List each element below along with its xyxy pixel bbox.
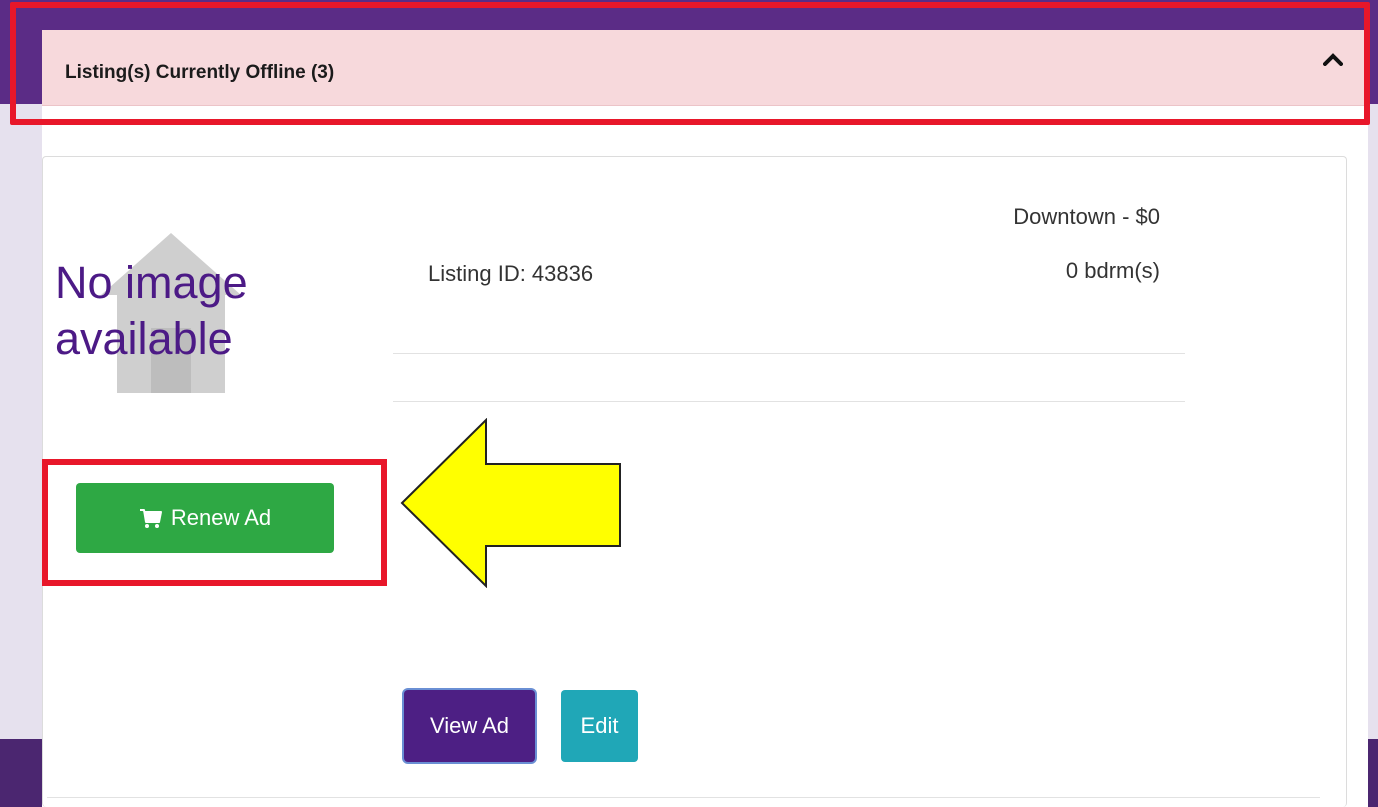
arrow-left-icon: [400, 418, 621, 588]
divider: [393, 401, 1185, 402]
renew-highlight-box: [42, 459, 387, 586]
listing-location-price: Downtown - $0: [1013, 204, 1160, 229]
listing-id: Listing ID: 43836: [428, 261, 594, 286]
view-ad-button[interactable]: View Ad: [404, 690, 535, 762]
listing-bedrooms: 0 bdrm(s): [1065, 258, 1160, 283]
edit-button[interactable]: Edit: [561, 690, 638, 762]
divider: [47, 797, 1320, 798]
header-highlight-box: [10, 2, 1370, 125]
no-image-text: No image available: [55, 257, 248, 364]
divider: [393, 353, 1185, 354]
no-image-placeholder: No image available: [55, 233, 315, 393]
